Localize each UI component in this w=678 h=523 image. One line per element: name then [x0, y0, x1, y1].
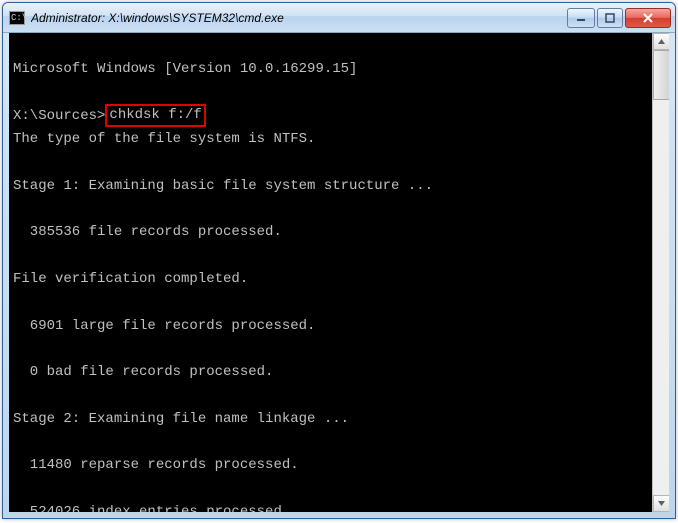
fs-type-line: The type of the file system is NTFS.	[13, 131, 315, 147]
terminal-output[interactable]: Microsoft Windows [Version 10.0.16299.15…	[9, 33, 669, 512]
minimize-button[interactable]	[567, 8, 595, 28]
maximize-icon	[605, 13, 615, 23]
file-verification-line: File verification completed.	[13, 271, 248, 287]
prompt: X:\Sources>	[13, 108, 105, 124]
window-title: Administrator: X:\windows\SYSTEM32\cmd.e…	[31, 11, 567, 25]
scroll-down-button[interactable]	[653, 495, 669, 512]
titlebar[interactable]: C:\ Administrator: X:\windows\SYSTEM32\c…	[3, 3, 675, 33]
scroll-thumb[interactable]	[653, 50, 669, 100]
client-area: Microsoft Windows [Version 10.0.16299.15…	[9, 33, 669, 512]
large-files-line: 6901 large file records processed.	[13, 318, 315, 334]
vertical-scrollbar[interactable]	[652, 33, 669, 512]
stage2-line: Stage 2: Examining file name linkage ...	[13, 411, 349, 427]
close-icon	[642, 12, 654, 24]
version-line: Microsoft Windows [Version 10.0.16299.15…	[13, 61, 357, 77]
bad-files-line: 0 bad file records processed.	[13, 364, 273, 380]
file-records-line: 385536 file records processed.	[13, 224, 282, 240]
stage1-line: Stage 1: Examining basic file system str…	[13, 178, 433, 194]
index-entries-line: 524026 index entries processed.	[13, 504, 290, 512]
command-highlight: chkdsk f:/f	[105, 104, 205, 127]
maximize-button[interactable]	[597, 8, 623, 28]
minimize-icon	[576, 13, 586, 23]
cmd-window: C:\ Administrator: X:\windows\SYSTEM32\c…	[2, 2, 676, 519]
cmd-icon: C:\	[9, 11, 25, 25]
scroll-track[interactable]	[653, 50, 669, 495]
chevron-up-icon	[657, 37, 666, 46]
scroll-up-button[interactable]	[653, 33, 669, 50]
close-button[interactable]	[625, 8, 671, 28]
chevron-down-icon	[657, 499, 666, 508]
window-controls	[567, 8, 671, 28]
reparse-line: 11480 reparse records processed.	[13, 457, 299, 473]
